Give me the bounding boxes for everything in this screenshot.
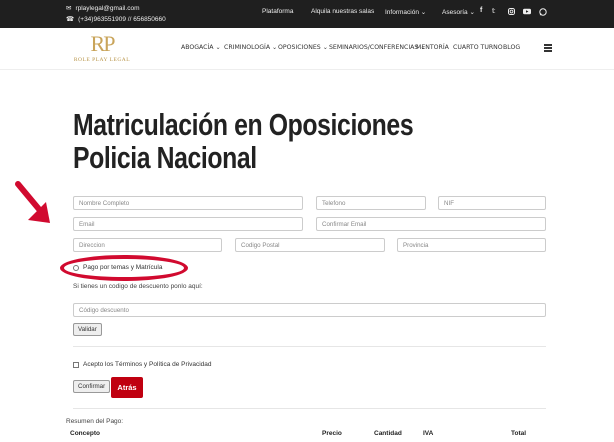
col-total: Total [511,430,527,437]
nav-abogacia-label: ABOGACÍA [181,44,214,51]
top-bar: ✉ rplaylegal@gmail.com ☎ (+34)963551909 … [0,0,614,28]
phone-icon: ☎ [66,16,75,23]
whatsapp-icon[interactable] [539,7,547,16]
nav-blog[interactable]: BLOG [503,44,520,51]
col-cantidad: Cantidad [374,430,402,437]
col-iva: IVA [423,430,434,437]
annotation-circle [60,255,188,281]
telefono-input[interactable]: Telefono [316,196,426,210]
contact-info: ✉ rplaylegal@gmail.com ☎ (+34)963551909 … [66,3,166,25]
atras-button[interactable]: Atrás [111,377,143,398]
top-link-informacion-label: Información [385,9,419,16]
nav-mentoria[interactable]: MENTORÍA [416,44,449,51]
nav-seminarios[interactable]: SEMINARIOS/CONFERENCIAS ⌄ [329,44,425,51]
youtube-icon[interactable] [523,8,531,15]
provincia-input[interactable]: Provincia [397,238,546,252]
chevron-down-icon: ⌄ [322,44,328,51]
nav-oposiciones[interactable]: OPOSICIONES ⌄ [278,44,328,51]
email-row[interactable]: ✉ rplaylegal@gmail.com [66,3,166,14]
page-title: Matriculación en Oposiciones Policia Nac… [73,107,414,175]
discount-code-input[interactable]: Código descuento [73,303,546,317]
terms-label: Acepto los Términos y Política de Privac… [83,361,212,368]
top-link-salas[interactable]: Alquila nuestras salas [311,8,374,15]
top-link-informacion[interactable]: Información ⌄ [385,8,426,16]
confirm-email-input[interactable]: Confirmar Email [316,217,546,231]
chevron-down-icon: ⌄ [420,9,427,16]
confirmar-button[interactable]: Confirmar [73,380,111,393]
terms-checkbox-row[interactable]: Acepto los Términos y Política de Privac… [73,361,212,368]
chevron-down-icon: ⌄ [272,44,278,51]
logo-text: ROLE PLAY LEGAL [73,57,131,63]
nav-criminologia[interactable]: CRIMINOLOGÍA ⌄ [224,44,277,51]
validar-button[interactable]: Validar [73,323,102,336]
nav-seminarios-label: SEMINARIOS/CONFERENCIAS [329,44,419,51]
phone-text: (+34)963551909 // 656850660 [78,16,166,23]
nombre-input[interactable]: Nombre Completo [73,196,303,210]
divider [73,346,546,347]
nav-criminologia-label: CRIMINOLOGÍA [224,44,271,51]
site-logo[interactable]: RP ROLE PLAY LEGAL [70,31,134,69]
codigo-postal-input[interactable]: Codigo Postal [235,238,385,252]
facebook-icon[interactable]: f [480,7,482,14]
mail-icon: ✉ [66,5,72,12]
col-precio: Precio [322,430,342,437]
col-concepto: Concepto [70,430,100,437]
top-link-asesoria-label: Asesoría [442,9,468,16]
nav-abogacia[interactable]: ABOGACÍA ⌄ [181,44,221,51]
discount-prompt: Si tienes un codigo de descuento ponlo a… [73,283,203,290]
resumen-title: Resumen del Pago: [66,418,124,425]
top-link-plataforma[interactable]: Plataforma [262,8,293,15]
annotation-arrow-icon [15,181,50,223]
logo-mark: RP [90,31,116,56]
phone-row[interactable]: ☎ (+34)963551909 // 656850660 [66,14,166,25]
nif-input[interactable]: NIF [438,196,546,210]
instagram-icon[interactable] [508,8,515,15]
chevron-down-icon: ⌄ [469,9,475,16]
chevron-down-icon: ⌄ [215,44,221,51]
email-text: rplaylegal@gmail.com [75,5,140,12]
nav-cuarto-turno[interactable]: CUARTO TURNO [453,44,503,51]
direccion-input[interactable]: Direccion [73,238,222,252]
twitter-icon[interactable]: 𝕥 [492,7,495,15]
menu-icon[interactable] [544,44,552,53]
divider [73,408,546,409]
nav-oposiciones-label: OPOSICIONES [278,44,321,51]
email-input[interactable]: Email [73,217,303,231]
terms-checkbox[interactable] [73,361,79,368]
top-link-asesoria[interactable]: Asesoría ⌄ [442,8,475,16]
